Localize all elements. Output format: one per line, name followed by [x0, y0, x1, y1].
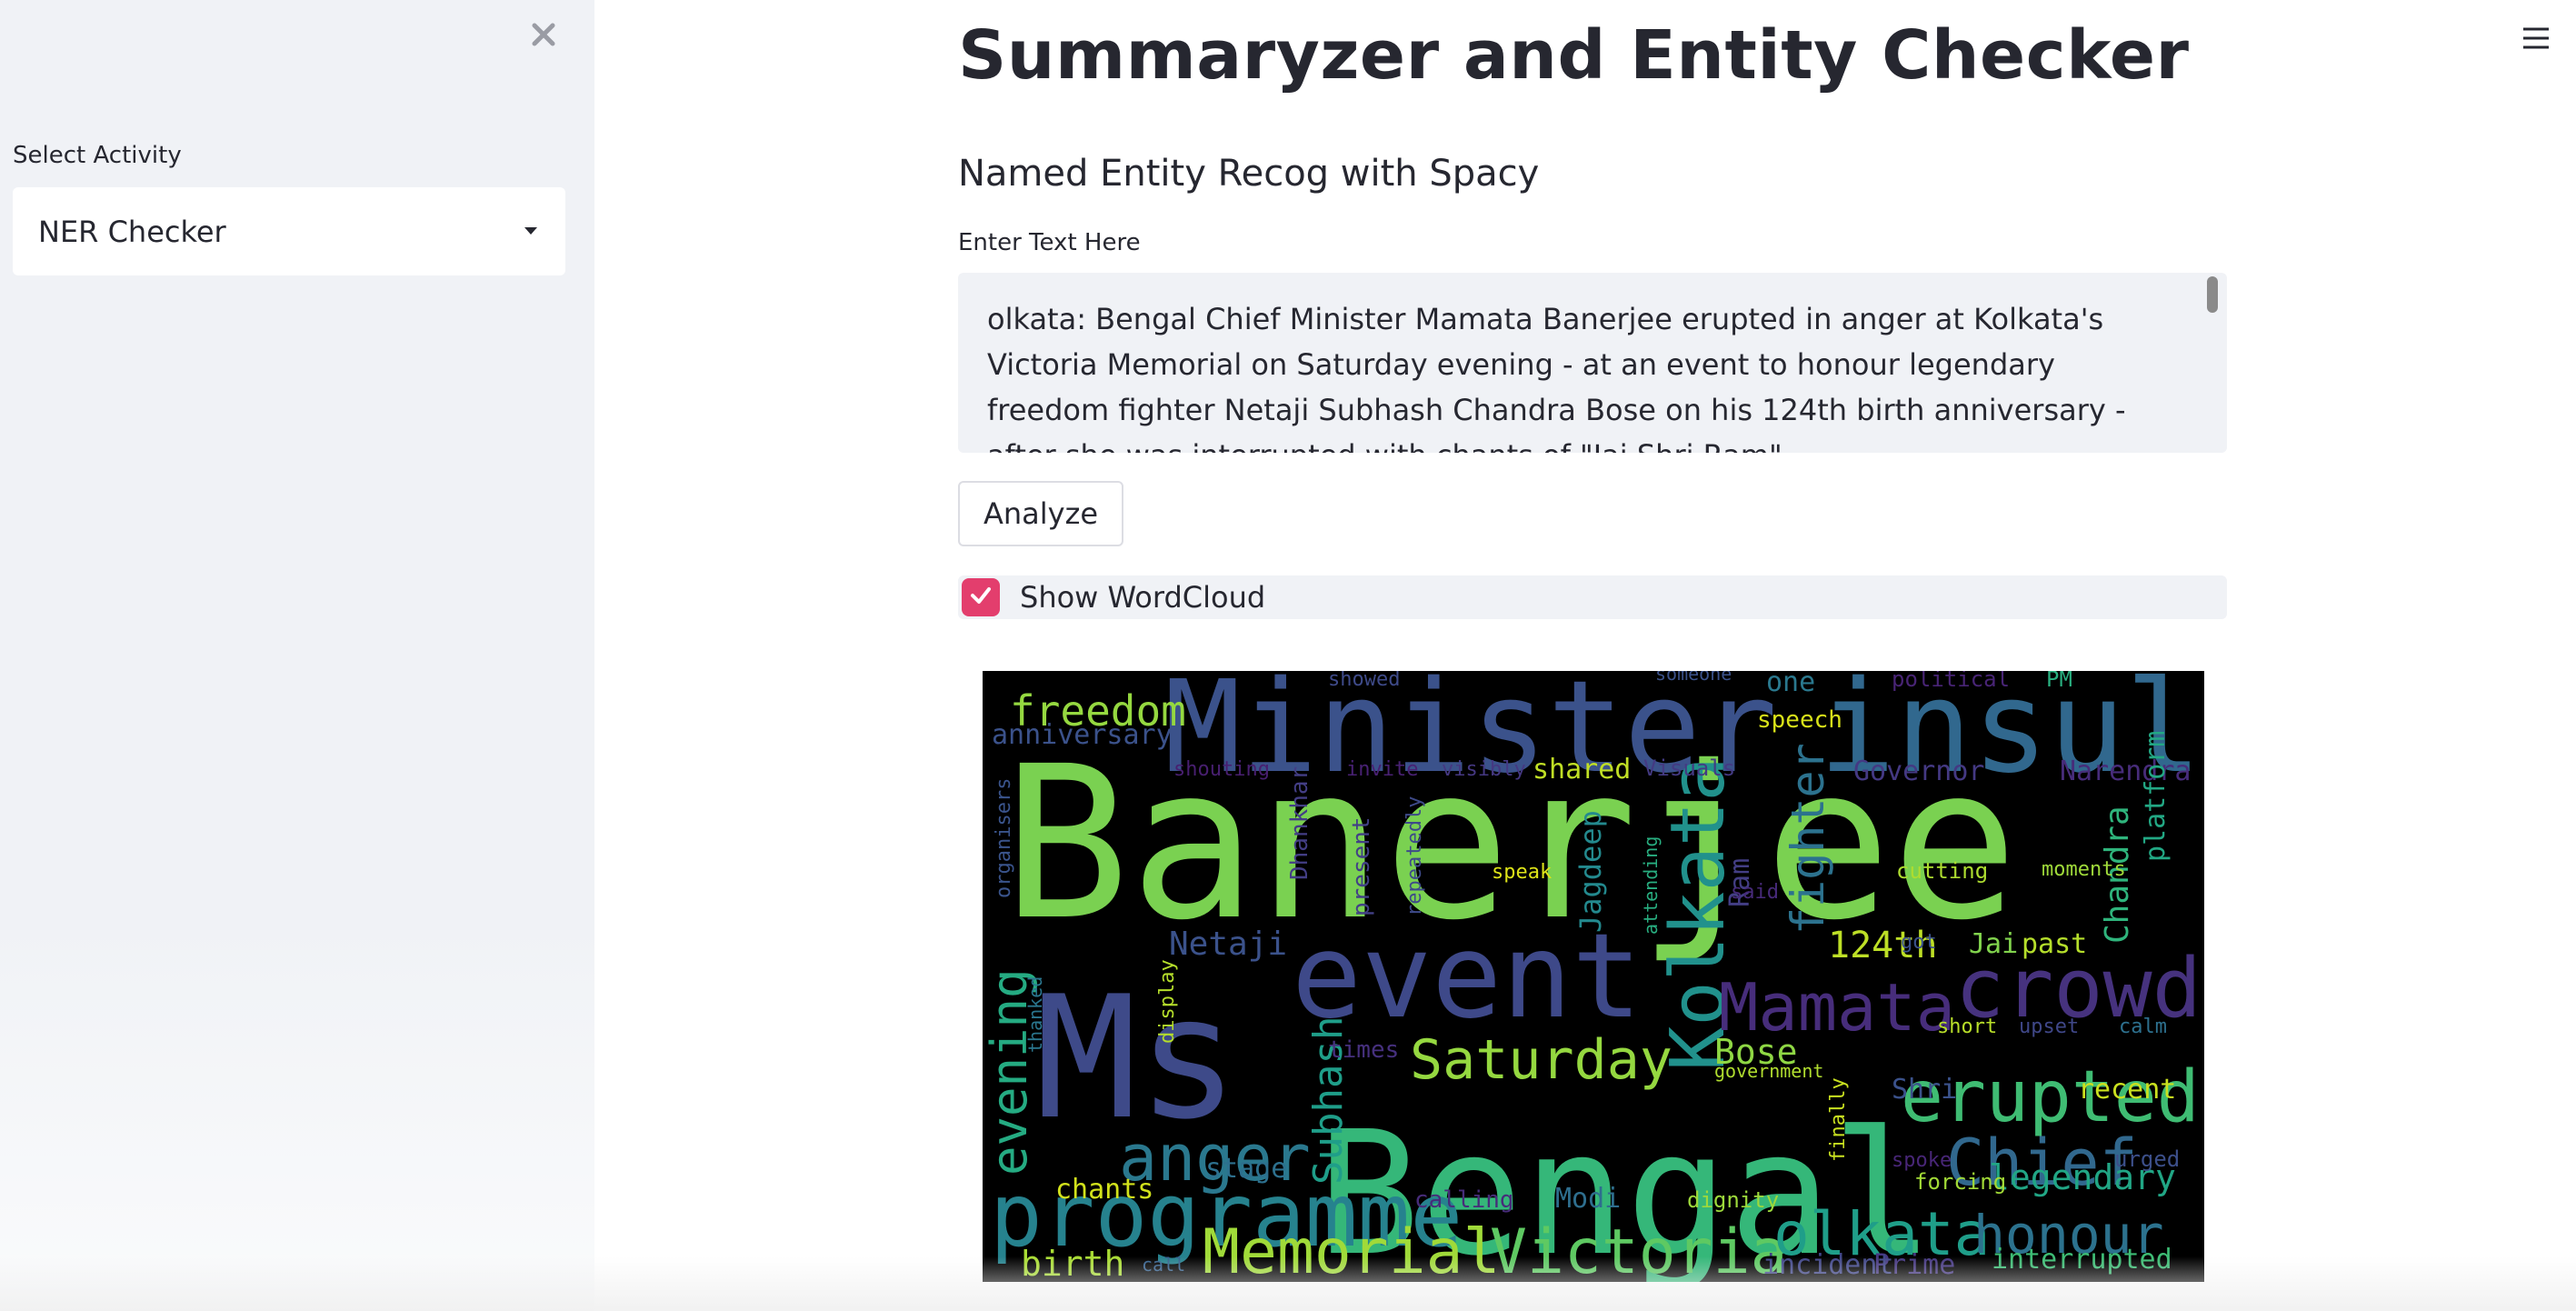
- wordcloud-word: attending: [1640, 836, 1662, 935]
- wordcloud-word: one: [1766, 671, 1815, 698]
- wordcloud-word: political: [1892, 671, 2010, 692]
- wordcloud-word: got: [1901, 931, 1937, 954]
- wordcloud-word: chants: [1055, 1174, 1153, 1206]
- wordcloud-word: finally: [1827, 1077, 1850, 1162]
- wordcloud-word: invite: [1346, 758, 1418, 781]
- wordcloud-word: dignity: [1687, 1187, 1779, 1213]
- show-wordcloud-checkbox[interactable]: Show WordCloud: [958, 575, 2227, 619]
- wordcloud-word: short: [1937, 1016, 1997, 1038]
- analyze-button[interactable]: Analyze: [958, 481, 1124, 546]
- check-icon: [968, 583, 993, 612]
- wordcloud-word: present: [1348, 816, 1375, 916]
- activity-select[interactable]: NER Checker: [13, 187, 565, 275]
- wordcloud-word: government: [1714, 1060, 1823, 1082]
- wordcloud-word: Dhankhar: [1286, 766, 1313, 880]
- wordcloud-word: Memorial: [1203, 1216, 1501, 1282]
- text-input-value: olkata: Bengal Chief Minister Mamata Ban…: [987, 302, 2126, 453]
- wordcloud-word: calling: [1414, 1186, 1514, 1214]
- text-input-scrollbar[interactable]: [2207, 276, 2218, 313]
- wordcloud-word: speak: [1492, 861, 1552, 884]
- wordcloud-word: Saturday: [1410, 1028, 1672, 1092]
- wordcloud-word: cutting: [1896, 858, 1988, 884]
- hamburger-menu-button[interactable]: [2521, 24, 2551, 53]
- wordcloud-word: display: [1156, 959, 1179, 1044]
- wordcloud-word: Governor: [1853, 756, 1985, 787]
- wordcloud-word: urged: [2114, 1146, 2180, 1172]
- wordcloud-word: fighter: [1782, 743, 1834, 935]
- text-input-label: Enter Text Here: [958, 229, 1141, 256]
- text-input[interactable]: olkata: Bengal Chief Minister Mamata Ban…: [958, 273, 2227, 453]
- wordcloud-word: birth: [1021, 1244, 1124, 1282]
- wordcloud-word: incident: [1762, 1249, 1894, 1281]
- wordcloud-word: interrupted: [1992, 1244, 2172, 1276]
- wordcloud-word: someone: [1655, 671, 1732, 685]
- wordcloud-word: call: [1142, 1254, 1185, 1276]
- wordcloud-word: moments: [2042, 858, 2126, 881]
- wordcloud-word: said: [1731, 881, 1779, 904]
- wordcloud-word: visibly: [1442, 758, 1526, 781]
- wordcloud-word: showed: [1328, 671, 1400, 691]
- wordcloud-word: forcing: [1914, 1169, 2006, 1195]
- wordcloud-word: Netaji: [1169, 926, 1287, 963]
- wordcloud-word: PM: [2046, 671, 2072, 692]
- close-sidebar-button[interactable]: [525, 16, 562, 56]
- wordcloud-word: upset: [2019, 1016, 2079, 1038]
- wordcloud-word: recent: [2078, 1074, 2176, 1106]
- page-subtitle: Named Entity Recog with Spacy: [958, 153, 1540, 195]
- activity-select-value: NER Checker: [38, 214, 226, 249]
- close-icon: [530, 21, 557, 52]
- wordcloud-image: BanerjeeBengalMsMinisterinsulteventcrowd…: [983, 671, 2204, 1282]
- wordcloud-word: shouting: [1173, 758, 1270, 781]
- wordcloud-word: Modi: [1555, 1183, 1621, 1215]
- wordcloud-word: speech: [1757, 706, 1842, 734]
- wordcloud-word: Jagdeep: [1573, 810, 1608, 933]
- chevron-down-icon: [522, 223, 540, 240]
- wordcloud-word: Shri: [1892, 1074, 1957, 1106]
- wordcloud-word: organisers: [993, 778, 1015, 898]
- show-wordcloud-label: Show WordCloud: [1020, 580, 1266, 615]
- page-title: Summaryzer and Entity Checker: [958, 16, 2190, 95]
- select-activity-label: Select Activity: [13, 142, 182, 169]
- wordcloud-word: shared: [1533, 754, 1631, 786]
- wordcloud-word: Jai: [1969, 928, 2018, 960]
- wordcloud-word: times: [1328, 1036, 1399, 1064]
- wordcloud-word: repeatedly: [1403, 796, 1426, 916]
- sidebar: Select Activity NER Checker: [0, 0, 594, 1311]
- wordcloud-word: stage: [1205, 1153, 1287, 1185]
- wordcloud-word: Visuals: [1643, 756, 1735, 781]
- wordcloud-word: anniversary: [992, 719, 1173, 751]
- wordcloud-word: platform: [2140, 731, 2172, 863]
- wordcloud-word: past: [2022, 928, 2087, 960]
- wordcloud-word: Victoria: [1490, 1216, 1788, 1282]
- checkbox-checked[interactable]: [962, 578, 1000, 616]
- hamburger-menu-icon: [2521, 27, 2551, 56]
- wordcloud-word: thanked: [1024, 976, 1046, 1053]
- wordcloud-word: calm: [2119, 1016, 2167, 1038]
